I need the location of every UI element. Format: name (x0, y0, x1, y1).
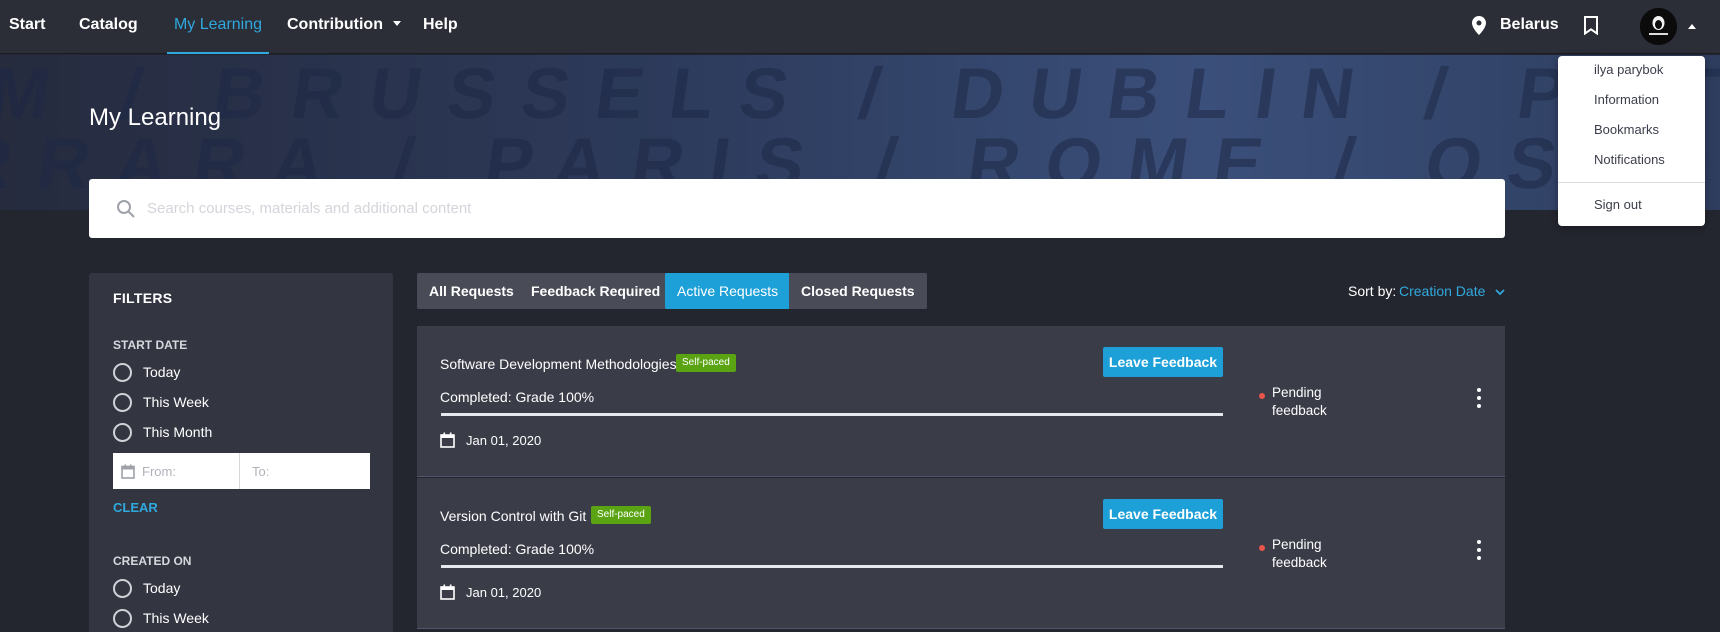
menu-information[interactable]: Information (1594, 92, 1659, 107)
start-date-label: START DATE (113, 338, 188, 352)
calendar-icon (440, 432, 455, 448)
radio-button[interactable] (113, 578, 132, 598)
chevron-down-icon (1495, 289, 1505, 296)
date-range-picker: From: To: (113, 453, 370, 489)
status-dot-icon (1259, 545, 1265, 551)
search-input[interactable] (147, 179, 1477, 238)
sort-value: Creation Date (1399, 283, 1486, 299)
avatar-menu-caret-icon[interactable] (1688, 24, 1696, 29)
start-date-option-this-month[interactable]: This Month (113, 421, 212, 443)
leave-feedback-button[interactable]: Leave Feedback (1103, 499, 1223, 529)
course-date-text: Jan 01, 2020 (466, 432, 542, 448)
radio-button[interactable] (113, 422, 132, 442)
radio-button[interactable] (113, 392, 132, 412)
status-text: Pending feedback (1272, 536, 1327, 572)
menu-notifications[interactable]: Notifications (1594, 152, 1665, 167)
menu-bookmarks[interactable]: Bookmarks (1594, 122, 1659, 137)
avatar-image (1640, 8, 1677, 45)
nav-my-learning[interactable]: My Learning (167, 0, 269, 54)
filters-title: FILTERS (113, 290, 173, 306)
progress-bar (441, 565, 1223, 568)
clear-filters-link[interactable]: CLEAR (113, 500, 158, 515)
search-icon (117, 200, 135, 218)
nav-start[interactable]: Start (9, 0, 45, 54)
location-pin-icon (1472, 15, 1486, 35)
status-indicator: Pending feedback (1259, 536, 1327, 572)
user-dropdown-menu: ilya parybok Information Bookmarks Notif… (1558, 56, 1705, 226)
bookmark-icon (1584, 15, 1598, 35)
status-indicator: Pending feedback (1259, 384, 1327, 420)
search-bar (89, 179, 1505, 238)
start-date-option-today[interactable]: Today (113, 361, 180, 383)
created-on-label: CREATED ON (113, 554, 192, 568)
course-title[interactable]: Version Control with Git (440, 508, 586, 524)
radio-label: Today (143, 364, 181, 380)
date-to-field[interactable]: To: (239, 453, 370, 489)
radio-label: This Month (143, 424, 213, 440)
chevron-down-icon (392, 20, 401, 26)
nav-contribution[interactable]: Contribution (287, 0, 401, 54)
sort-dropdown[interactable]: Creation Date (1399, 283, 1505, 299)
status-text-line1: Pending (1272, 385, 1322, 400)
status-text-line2: feedback (1272, 555, 1327, 570)
course-date: Jan 01, 2020 (440, 432, 541, 448)
start-date-option-this-week[interactable]: This Week (113, 391, 209, 413)
menu-sign-out[interactable]: Sign out (1594, 197, 1642, 212)
radio-label: This Week (143, 394, 209, 410)
calendar-icon (440, 584, 455, 600)
nav-contribution-label: Contribution (287, 16, 383, 33)
tab-all-requests[interactable]: All Requests (417, 273, 526, 309)
progress-fill (441, 565, 1223, 568)
created-on-option-this-week[interactable]: This Week (113, 607, 209, 629)
progress-bar (441, 413, 1223, 416)
course-title[interactable]: Software Development Methodologies (440, 356, 677, 372)
menu-divider (1558, 182, 1705, 183)
date-to-placeholder: To: (252, 463, 270, 479)
request-card: Software Development Methodologies Self-… (417, 326, 1505, 477)
location-selector[interactable]: Belarus (1472, 0, 1559, 50)
leave-feedback-button[interactable]: Leave Feedback (1103, 347, 1223, 377)
status-text: Pending feedback (1272, 384, 1327, 420)
radio-label: Today (143, 580, 181, 596)
menu-username[interactable]: ilya parybok (1594, 62, 1663, 77)
sort-label: Sort by: (1348, 283, 1397, 299)
top-navigation: Start Catalog My Learning Contribution H… (0, 0, 1720, 54)
date-from-placeholder: From: (142, 463, 176, 479)
progress-fill (441, 413, 1223, 416)
status-text-line1: Pending (1272, 537, 1322, 552)
course-grade: Completed: Grade 100% (440, 541, 595, 557)
page-title: My Learning (89, 104, 222, 131)
request-card: Version Control with Git Self-paced Comp… (417, 478, 1505, 629)
more-options-icon[interactable] (1475, 388, 1483, 408)
tab-closed-requests[interactable]: Closed Requests (789, 273, 927, 309)
course-date-text: Jan 01, 2020 (466, 584, 542, 600)
bookmarks-button[interactable] (1584, 0, 1598, 50)
radio-button[interactable] (113, 362, 132, 382)
status-dot-icon (1259, 393, 1265, 399)
created-on-option-today[interactable]: Today (113, 577, 180, 599)
course-grade: Completed: Grade 100% (440, 389, 595, 405)
course-date: Jan 01, 2020 (440, 584, 541, 600)
self-paced-badge: Self-paced (591, 506, 651, 524)
more-options-icon[interactable] (1475, 540, 1483, 560)
location-label: Belarus (1500, 16, 1559, 33)
radio-label: This Week (143, 610, 209, 626)
filters-panel: FILTERS START DATE Today This Week This … (89, 273, 393, 632)
tab-active-requests[interactable]: Active Requests (665, 273, 791, 309)
avatar[interactable] (1640, 8, 1677, 45)
tab-feedback-required[interactable]: Feedback Required (519, 273, 673, 309)
self-paced-badge: Self-paced (676, 354, 736, 372)
nav-catalog[interactable]: Catalog (79, 0, 138, 54)
calendar-icon (121, 464, 135, 479)
nav-help[interactable]: Help (423, 0, 458, 54)
radio-button[interactable] (113, 608, 132, 628)
status-text-line2: feedback (1272, 403, 1327, 418)
date-from-field[interactable]: From: (113, 453, 239, 489)
